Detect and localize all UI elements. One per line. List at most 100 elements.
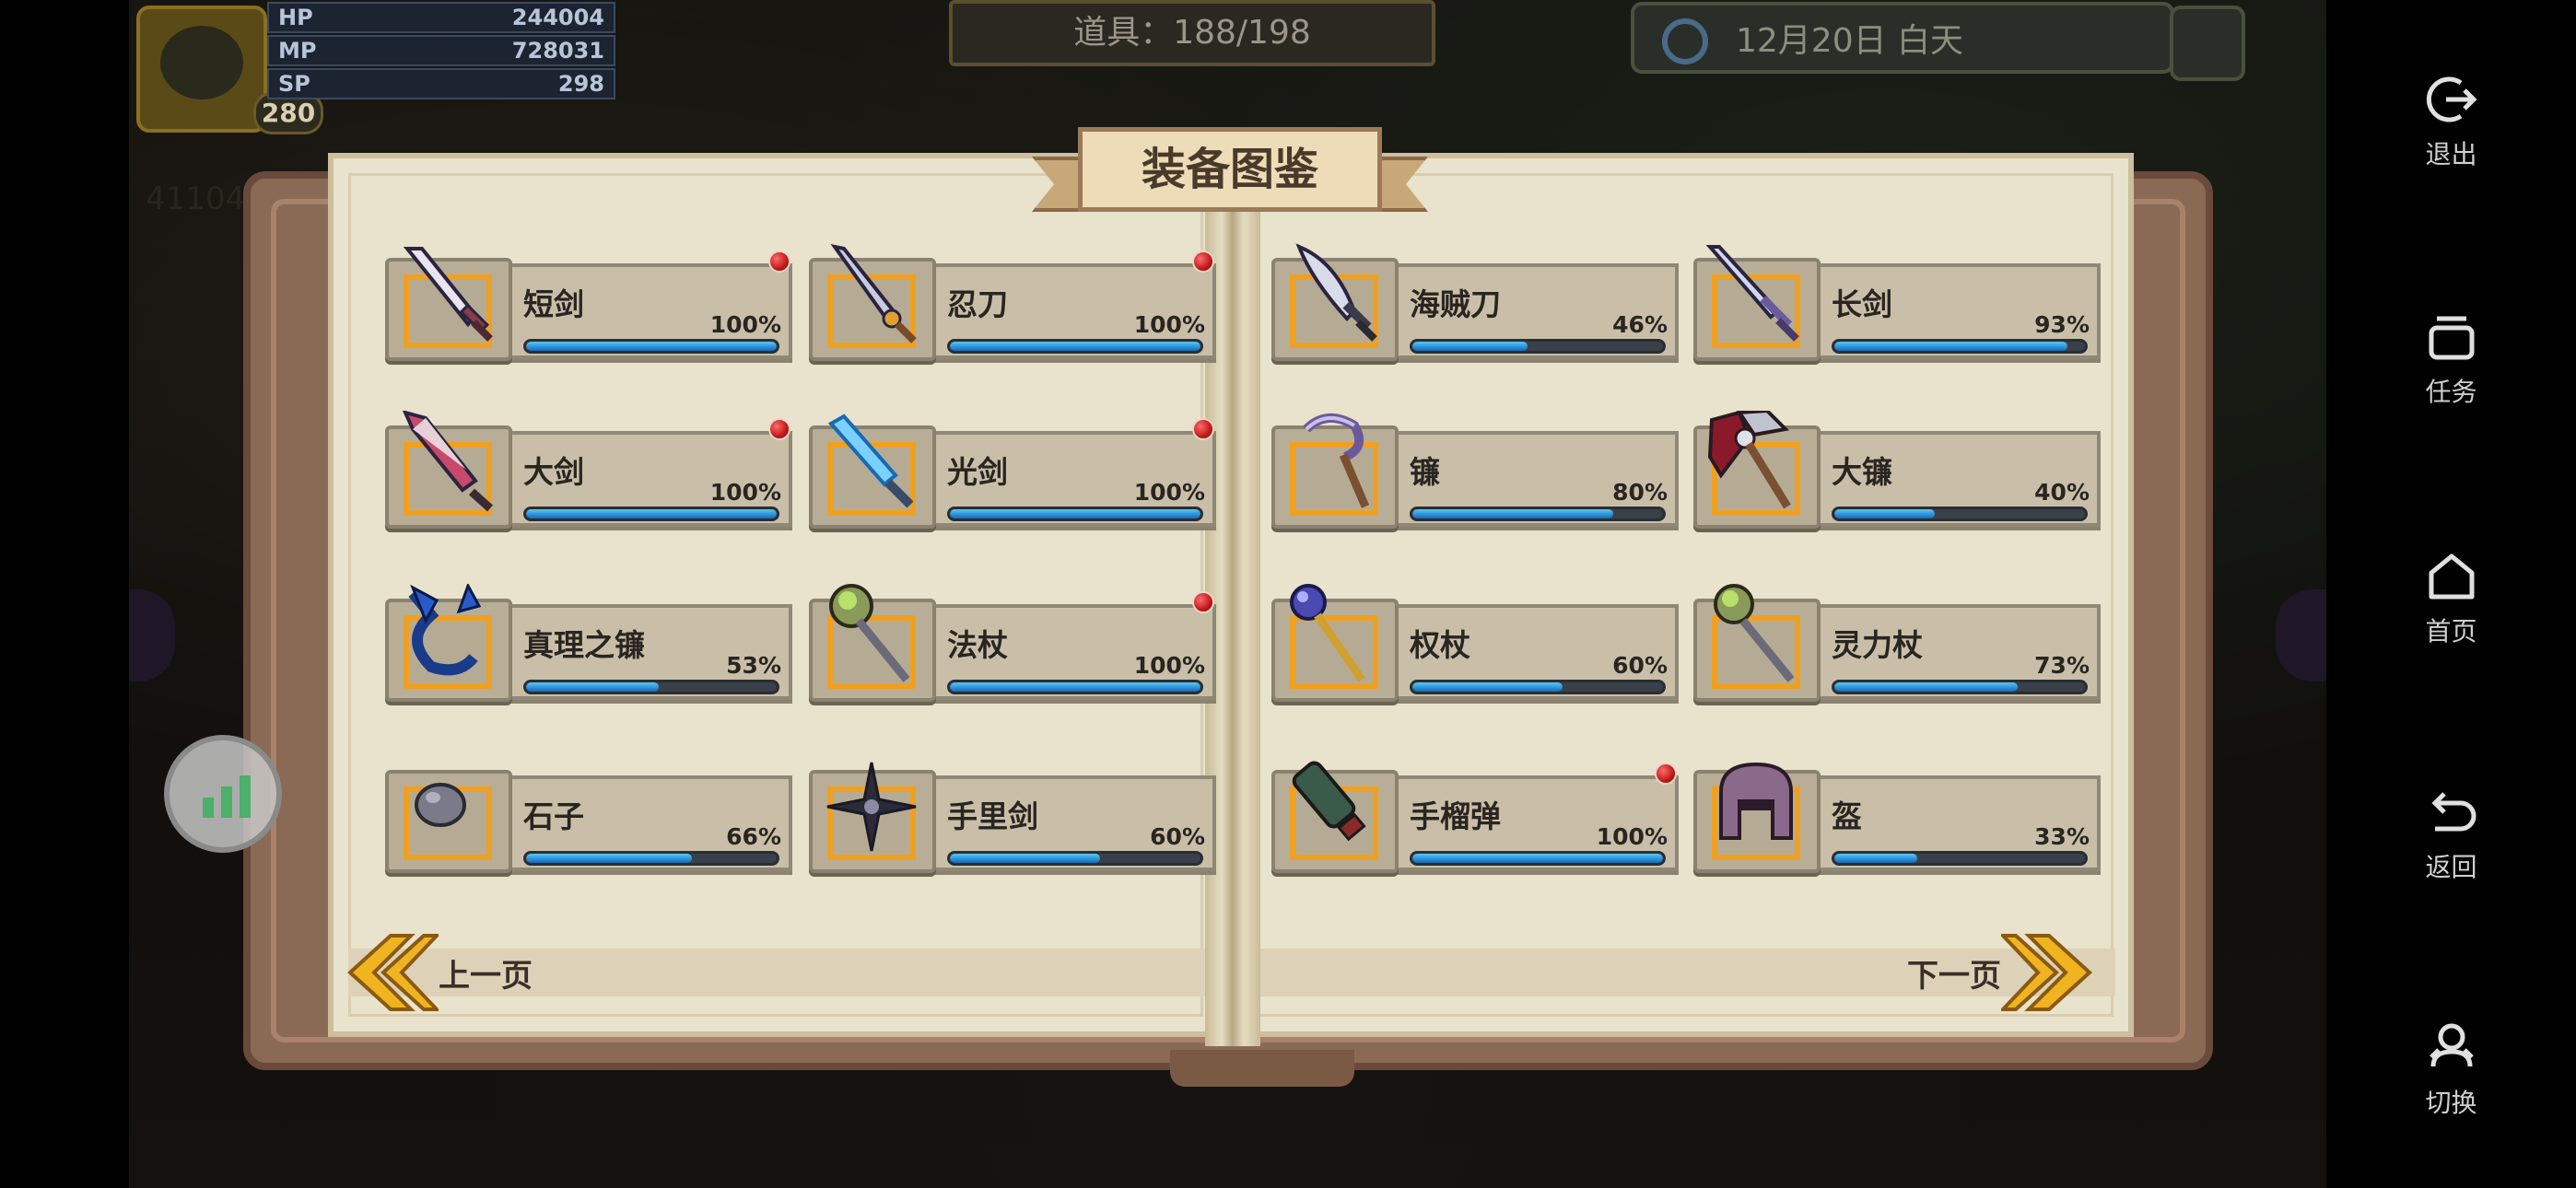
item-percent: 60%	[1150, 823, 1205, 850]
progress-bar	[523, 851, 779, 866]
truth-scythe-icon	[408, 584, 482, 676]
item-name: 石子	[523, 798, 584, 834]
progress-fill	[526, 509, 777, 518]
equipment-card[interactable]: 海贼刀 46%	[1271, 243, 1679, 363]
item-percent: 100%	[1596, 823, 1668, 850]
progress-fill	[950, 682, 1200, 692]
exit-button[interactable]: 退出	[2326, 72, 2576, 171]
equipment-card[interactable]: 大镰 40%	[1693, 411, 2101, 530]
item-name: 镰	[1410, 454, 1440, 490]
helmet-icon	[1719, 762, 1793, 840]
item-name: 盔	[1832, 798, 1862, 834]
red-dot-badge	[768, 418, 790, 440]
progress-bar	[947, 851, 1203, 866]
pirate-sword-icon	[1295, 243, 1377, 342]
back-button[interactable]: 返回	[2326, 785, 2576, 884]
prev-page-button[interactable]: 上一页	[346, 932, 533, 1013]
progress-bar	[523, 507, 779, 521]
hp-stat: HP 244004	[267, 2, 615, 33]
red-dot-badge	[1192, 250, 1214, 273]
equipment-card[interactable]: 短剑 100%	[385, 247, 792, 363]
item-percent: 40%	[2034, 479, 2090, 506]
greatsword-icon	[402, 411, 494, 512]
item-name: 长剑	[1832, 286, 1892, 322]
red-dot-badge	[1192, 591, 1214, 613]
item-name: 海贼刀	[1410, 286, 1501, 322]
progress-bar	[523, 339, 779, 354]
item-percent: 100%	[1133, 652, 1205, 679]
home-label: 首页	[2425, 616, 2477, 646]
exit-icon	[2426, 76, 2477, 122]
switch-button[interactable]: 切换	[2326, 1020, 2576, 1120]
equipment-card[interactable]: 手里剑 60%	[809, 761, 1216, 875]
item-name: 手榴弹	[1410, 798, 1501, 834]
item-percent: 100%	[709, 311, 781, 338]
equipment-card[interactable]: 光剑 100%	[809, 413, 1216, 530]
progress-bar	[947, 339, 1203, 354]
mp-stat: MP 728031	[267, 35, 615, 66]
progress-bar	[1410, 507, 1666, 521]
shuriken-icon	[826, 762, 917, 852]
switch-label: 切换	[2425, 1088, 2477, 1118]
equipment-card[interactable]: 手榴弹 100%	[1271, 761, 1679, 875]
equipment-card[interactable]: 镰 80%	[1271, 413, 1679, 530]
item-percent: 93%	[2034, 311, 2090, 338]
next-page-button[interactable]: 下一页	[1907, 932, 2093, 1013]
progress-bar	[1410, 680, 1666, 694]
equipment-card[interactable]: 盔 33%	[1693, 761, 2101, 875]
progress-bar	[1832, 851, 2088, 866]
progress-fill	[950, 854, 1101, 863]
player-stats: HP 244004 MP 728031 SP 298	[267, 2, 615, 101]
title-banner: 装备图鉴	[1032, 127, 1428, 219]
item-name: 权杖	[1410, 627, 1470, 663]
equipment-card[interactable]: 真理之镰 53%	[385, 584, 792, 704]
book-stand	[1170, 1050, 1354, 1087]
map-button[interactable]	[2170, 6, 2245, 81]
magic-staff-icon	[829, 584, 910, 682]
back-label: 返回	[2425, 852, 2477, 882]
lightsaber-icon	[827, 413, 914, 508]
item-name: 大镰	[1832, 454, 1892, 490]
progress-bar	[1410, 339, 1666, 354]
sp-stat: SP 298	[267, 68, 615, 99]
home-button[interactable]: 首页	[2326, 549, 2576, 648]
item-percent: 100%	[709, 479, 781, 506]
chevron-right-icon	[2001, 934, 2092, 1011]
exit-label: 退出	[2425, 139, 2477, 169]
progress-bar	[947, 680, 1203, 694]
progress-bar	[947, 507, 1203, 521]
progress-fill	[1412, 854, 1663, 863]
chevron-left-icon	[347, 934, 439, 1011]
progress-fill	[526, 342, 777, 351]
equipment-card[interactable]: 长剑 93%	[1693, 245, 2101, 363]
item-percent: 100%	[1133, 479, 1205, 506]
player-portrait[interactable]	[136, 6, 267, 133]
equipment-card[interactable]: 权杖 60%	[1271, 584, 1679, 704]
progress-fill	[1412, 342, 1528, 351]
equipment-card[interactable]: 忍刀 100%	[809, 244, 1216, 363]
equipment-card[interactable]: 石子 66%	[385, 761, 792, 875]
progress-bar	[1410, 851, 1666, 866]
item-percent: 46%	[1612, 311, 1668, 338]
equipment-card[interactable]: 法杖 100%	[809, 584, 1216, 704]
progress-fill	[1834, 854, 1917, 863]
progress-fill	[1834, 509, 1935, 518]
equipment-card[interactable]: 灵力杖 73%	[1693, 584, 2101, 704]
progress-fill	[950, 509, 1200, 518]
item-name: 光剑	[947, 454, 1008, 490]
item-name: 真理之镰	[523, 627, 645, 663]
progress-bar	[1832, 339, 2088, 354]
book-title: 装备图鉴	[1078, 127, 1382, 212]
tasks-label: 任务	[2425, 377, 2477, 407]
floating-stats-button[interactable]	[164, 735, 282, 853]
grenade-icon	[1292, 761, 1366, 842]
equipment-card[interactable]: 大剑 100%	[385, 411, 792, 530]
tasks-button[interactable]: 任务	[2326, 309, 2576, 409]
item-name: 大剑	[523, 454, 584, 490]
date-display: 12月20日 白天	[1631, 2, 2174, 74]
tasks-icon	[2429, 316, 2474, 360]
red-dot-badge	[1192, 418, 1214, 440]
item-count: 道具：188/198	[949, 0, 1435, 66]
great-scythe-icon	[1707, 411, 1791, 509]
switch-icon	[2429, 1023, 2474, 1067]
